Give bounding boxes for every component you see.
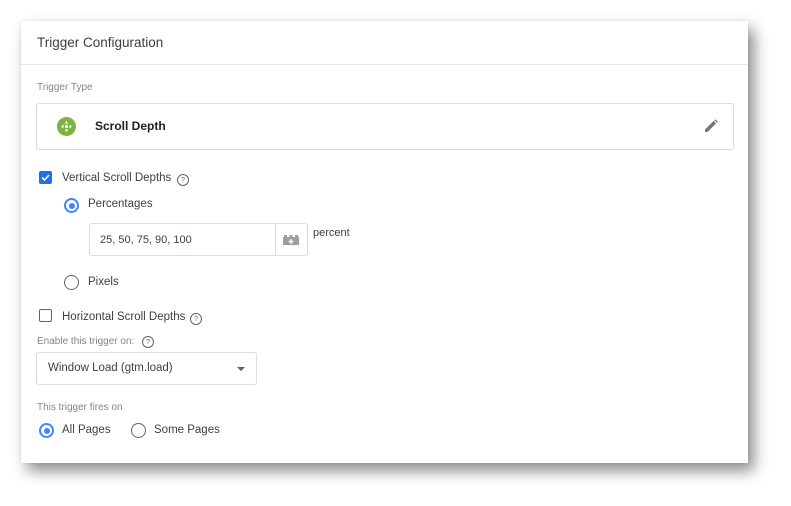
enable-trigger-value: Window Load (gtm.load) bbox=[48, 362, 173, 374]
card-header: Trigger Configuration bbox=[21, 21, 748, 65]
percent-unit-label: percent bbox=[313, 227, 350, 239]
enable-trigger-label: Enable this trigger on: bbox=[37, 336, 135, 347]
percentages-input[interactable] bbox=[90, 224, 275, 255]
percentages-radio[interactable] bbox=[64, 198, 79, 213]
horizontal-scroll-label: Horizontal Scroll Depths bbox=[62, 311, 186, 323]
help-icon[interactable]: ? bbox=[190, 313, 202, 325]
vertical-scroll-checkbox[interactable] bbox=[39, 171, 52, 184]
percentages-input-wrapper bbox=[89, 223, 308, 256]
trigger-type-name: Scroll Depth bbox=[95, 119, 166, 133]
help-icon[interactable]: ? bbox=[142, 336, 154, 348]
all-pages-label: All Pages bbox=[62, 424, 111, 436]
variable-picker-button[interactable] bbox=[274, 224, 307, 255]
percentages-label: Percentages bbox=[88, 198, 153, 210]
pixels-label: Pixels bbox=[88, 276, 119, 288]
vertical-scroll-label: Vertical Scroll Depths bbox=[62, 172, 172, 184]
variable-brick-icon bbox=[283, 234, 300, 245]
some-pages-label: Some Pages bbox=[154, 424, 220, 436]
card-title: Trigger Configuration bbox=[37, 35, 164, 50]
some-pages-radio[interactable] bbox=[131, 423, 146, 438]
chevron-down-icon bbox=[237, 367, 245, 371]
trigger-configuration-card: Trigger Configuration Trigger Type Scrol… bbox=[21, 21, 748, 463]
trigger-type-label: Trigger Type bbox=[37, 82, 93, 93]
pencil-icon[interactable] bbox=[703, 118, 719, 139]
fires-on-label: This trigger fires on bbox=[37, 402, 123, 413]
all-pages-radio[interactable] bbox=[39, 423, 54, 438]
trigger-type-box[interactable]: Scroll Depth bbox=[36, 103, 734, 150]
pixels-radio[interactable] bbox=[64, 275, 79, 290]
scroll-depth-icon bbox=[57, 117, 76, 136]
enable-trigger-select[interactable]: Window Load (gtm.load) bbox=[36, 352, 257, 385]
help-icon[interactable]: ? bbox=[177, 174, 189, 186]
horizontal-scroll-checkbox[interactable] bbox=[39, 309, 52, 322]
